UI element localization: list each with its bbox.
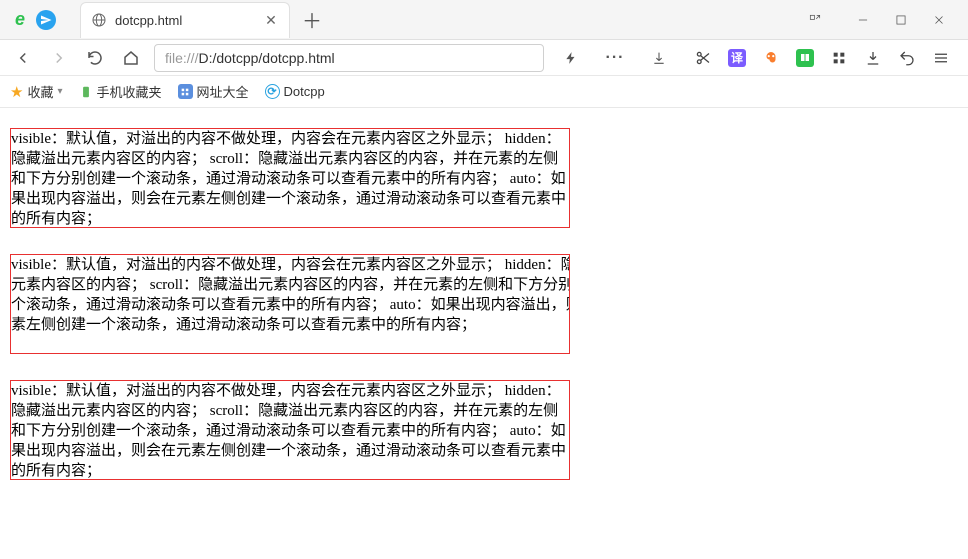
apps-grid-icon[interactable] xyxy=(822,44,856,72)
send-icon[interactable] xyxy=(36,10,56,30)
bookmark-favorites[interactable]: ★ 收藏 ▾ xyxy=(10,82,63,101)
bookmark-mobile-label: 手机收藏夹 xyxy=(97,82,162,101)
url-path: D:/dotcpp/dotcpp.html xyxy=(198,50,334,66)
sites-icon xyxy=(178,84,193,99)
close-window-button[interactable] xyxy=(920,0,958,40)
back-button[interactable] xyxy=(10,45,36,71)
reload-button[interactable] xyxy=(82,45,108,71)
url-scheme: file:/// xyxy=(165,50,198,66)
expand-icon[interactable] xyxy=(796,0,834,40)
tab-close-icon[interactable]: ✕ xyxy=(263,12,279,28)
browser-logo-icon: e xyxy=(8,8,32,32)
address-bar: file:///D:/dotcpp/dotcpp.html ··· 译 xyxy=(0,40,968,76)
url-input[interactable]: file:///D:/dotcpp/dotcpp.html xyxy=(154,44,544,72)
box-scroll-text: visible：默认值，对溢出的内容不做处理，内容会在元素内容区之外显示； hi… xyxy=(11,255,570,335)
translate-icon[interactable]: 译 xyxy=(720,44,754,72)
bookmark-dotcpp[interactable]: ⟳ Dotcpp xyxy=(265,84,325,99)
extension-icons: 译 xyxy=(686,44,958,72)
more-actions-icon[interactable]: ··· xyxy=(598,44,632,72)
tab-title: dotcpp.html xyxy=(115,13,255,28)
bookmarks-bar: ★ 收藏 ▾ 手机收藏夹 网址大全 ⟳ Dotcpp xyxy=(0,76,968,108)
scissors-icon[interactable] xyxy=(686,44,720,72)
game-icon[interactable] xyxy=(754,44,788,72)
globe-icon xyxy=(91,12,107,28)
browser-tab[interactable]: dotcpp.html ✕ xyxy=(80,2,290,38)
minimize-button[interactable] xyxy=(844,0,882,40)
lightning-icon[interactable] xyxy=(554,44,588,72)
dotcpp-icon: ⟳ xyxy=(265,84,280,99)
overflow-scroll-box[interactable]: visible：默认值，对溢出的内容不做处理，内容会在元素内容区之外显示； hi… xyxy=(10,254,570,354)
overflow-visible-box: visible：默认值，对溢出的内容不做处理，内容会在元素内容区之外显示； hi… xyxy=(10,128,570,228)
bookmark-sites[interactable]: 网址大全 xyxy=(178,82,249,101)
chevron-down-icon: ▾ xyxy=(57,86,62,97)
forward-button[interactable] xyxy=(46,45,72,71)
mobile-folder-icon xyxy=(79,85,93,99)
hamburger-menu-icon[interactable] xyxy=(924,44,958,72)
bookmark-mobile[interactable]: 手机收藏夹 xyxy=(79,82,162,101)
bookmark-sites-label: 网址大全 xyxy=(197,82,249,101)
page-viewport: visible：默认值，对溢出的内容不做处理，内容会在元素内容区之外显示； hi… xyxy=(0,108,968,559)
window-controls xyxy=(796,0,968,40)
overflow-auto-box[interactable]: visible：默认值，对溢出的内容不做处理，内容会在元素内容区之外显示； hi… xyxy=(10,380,570,480)
new-tab-button[interactable]: ＋ xyxy=(298,6,326,34)
browser-brand: e xyxy=(0,8,64,32)
maximize-button[interactable] xyxy=(882,0,920,40)
box-visible-text: visible：默认值，对溢出的内容不做处理，内容会在元素内容区之外显示； hi… xyxy=(11,129,566,229)
bookmark-favorites-label: 收藏 xyxy=(27,82,53,101)
undo-icon[interactable] xyxy=(890,44,924,72)
titlebar: e dotcpp.html ✕ ＋ xyxy=(0,0,968,40)
download-indicator-icon[interactable] xyxy=(642,44,676,72)
box-auto-text: visible：默认值，对溢出的内容不做处理，内容会在元素内容区之外显示； hi… xyxy=(11,381,566,480)
home-button[interactable] xyxy=(118,45,144,71)
star-icon: ★ xyxy=(10,83,23,101)
download-icon[interactable] xyxy=(856,44,890,72)
book-icon[interactable] xyxy=(788,44,822,72)
bookmark-dotcpp-label: Dotcpp xyxy=(284,84,325,99)
